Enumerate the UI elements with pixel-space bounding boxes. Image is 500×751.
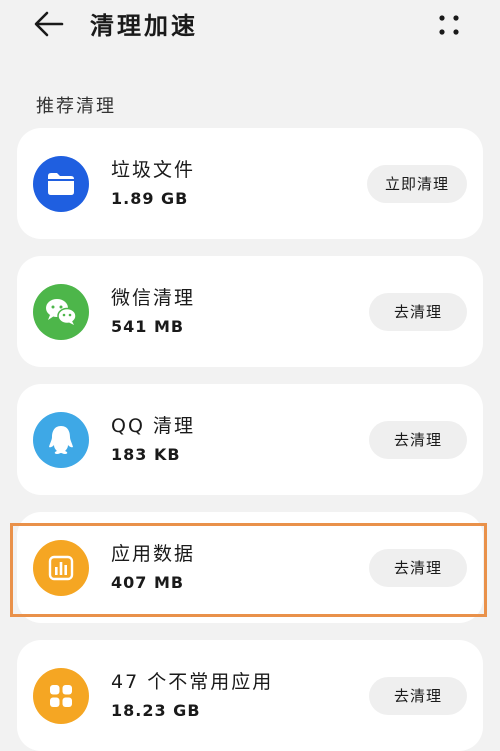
list-item-junk-files[interactable]: 垃圾文件 1.89 GB 立即清理	[17, 128, 483, 239]
item-size: 1.89 GB	[111, 189, 189, 208]
item-name: 微信清理	[111, 287, 196, 309]
list-item-rarely-used-apps[interactable]: 47 个不常用应用 18.23 GB 去清理	[17, 640, 483, 751]
app-data-chart-icon	[33, 540, 89, 596]
clean-now-button[interactable]: 立即清理	[366, 165, 467, 203]
grid-apps-icon	[33, 668, 89, 724]
list-item-app-data[interactable]: 应用数据 407 MB 去清理	[17, 512, 483, 623]
go-clean-button[interactable]: 去清理	[369, 677, 467, 715]
folder-icon	[33, 156, 89, 212]
item-size: 18.23 GB	[111, 701, 201, 720]
go-clean-button[interactable]: 去清理	[369, 421, 467, 459]
back-button[interactable]	[30, 8, 70, 40]
item-name: 应用数据	[111, 543, 196, 565]
go-clean-button[interactable]: 去清理	[369, 293, 467, 331]
item-name: 47 个不常用应用	[111, 671, 274, 693]
list-item-wechat[interactable]: 微信清理 541 MB 去清理	[17, 256, 483, 367]
item-size: 407 MB	[111, 573, 185, 592]
item-size: 541 MB	[111, 317, 185, 336]
arrow-left-icon	[34, 11, 64, 37]
list-item-qq[interactable]: QQ 清理 183 KB 去清理	[17, 384, 483, 495]
item-name: QQ 清理	[111, 415, 195, 437]
item-name: 垃圾文件	[111, 159, 196, 181]
page-title: 清理加速	[90, 12, 198, 40]
qq-penguin-icon	[33, 412, 89, 468]
top-bar: 清理加速	[0, 0, 500, 60]
item-size: 183 KB	[111, 445, 181, 464]
go-clean-button[interactable]: 去清理	[369, 549, 467, 587]
more-dots-icon	[439, 15, 459, 35]
wechat-icon	[33, 284, 89, 340]
more-options-button[interactable]	[434, 10, 464, 40]
section-title-recommended: 推荐清理	[36, 96, 116, 117]
